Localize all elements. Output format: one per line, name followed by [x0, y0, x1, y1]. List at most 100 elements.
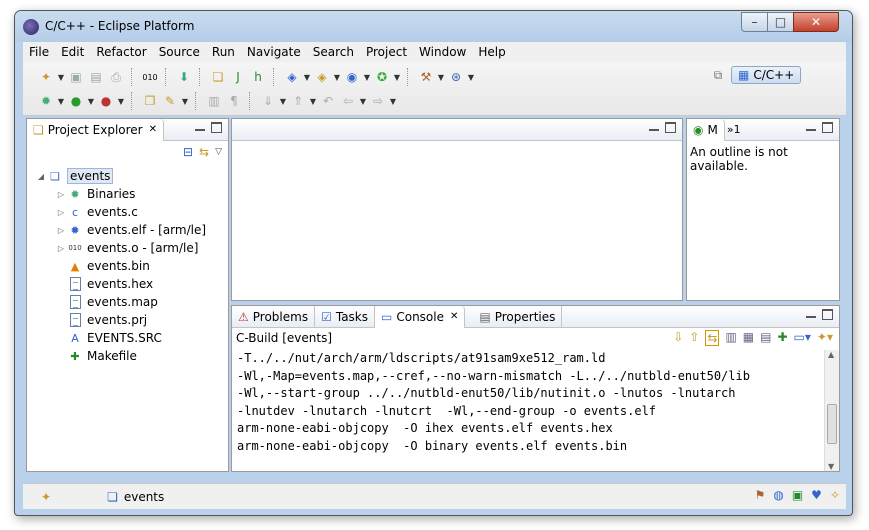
c-project-dropdown-icon[interactable]: ▼ — [303, 68, 311, 86]
tree-item[interactable]: ▷ 010 events.o - [arm/le] — [27, 239, 228, 257]
new-dropdown-icon[interactable]: ▼ — [57, 68, 65, 86]
save-all-icon[interactable]: ▤ — [87, 68, 105, 86]
minimize-button[interactable]: – — [741, 12, 768, 32]
back-dropdown-icon[interactable]: ▼ — [359, 92, 367, 110]
new-icon[interactable]: ✦ — [37, 68, 55, 86]
display-console-icon[interactable]: ▭▾ — [794, 330, 811, 346]
next-annotation-icon[interactable]: ⇓ — [259, 92, 277, 110]
tab-console[interactable]: ▭ Console ✕ — [375, 305, 466, 328]
forward-dropdown-icon[interactable]: ▼ — [389, 92, 397, 110]
menu-file[interactable]: File — [23, 45, 55, 59]
open-console-icon[interactable]: ✦▾ — [817, 330, 833, 346]
tree-item[interactable]: ◢ ❏ events — [27, 167, 228, 185]
open-perspective-icon[interactable]: ⧉ — [709, 66, 727, 84]
maximize-console-icon[interactable] — [822, 309, 833, 320]
hammer-icon[interactable]: ⚒ — [417, 68, 435, 86]
clear-console-icon[interactable]: ▤ — [760, 330, 771, 346]
menu-edit[interactable]: Edit — [55, 45, 90, 59]
twisty-icon[interactable]: ▷ — [55, 244, 67, 253]
show-whitespace-icon[interactable]: ¶ — [225, 92, 243, 110]
minimize-editor-icon[interactable] — [649, 124, 659, 131]
menu-help[interactable]: Help — [472, 45, 511, 59]
external-tools-icon[interactable]: ● — [97, 92, 115, 110]
view-overflow[interactable]: »1 — [727, 123, 741, 136]
picture-icon[interactable]: ▣ — [792, 488, 803, 502]
menu-refactor[interactable]: Refactor — [90, 45, 152, 59]
back-icon[interactable]: ⇦ — [339, 92, 357, 110]
tree-item[interactable]: A EVENTS.SRC — [27, 329, 228, 347]
tab-project-explorer[interactable]: ❏ Project Explorer ✕ — [27, 118, 164, 141]
save-icon[interactable]: ▣ — [67, 68, 85, 86]
binary-icon[interactable]: 010 — [141, 68, 159, 86]
close-button[interactable]: ✕ — [793, 12, 839, 32]
open-folder-icon[interactable]: ❐ — [141, 92, 159, 110]
copy-icon[interactable]: ▥ — [725, 330, 736, 346]
run-icon[interactable]: ● — [67, 92, 85, 110]
class-dropdown-icon[interactable]: ▼ — [363, 68, 371, 86]
new-folder-icon[interactable]: ❏ — [209, 68, 227, 86]
new-class-icon[interactable]: ◉ — [343, 68, 361, 86]
maximize-button[interactable]: □ — [767, 12, 794, 32]
pin-icon[interactable]: ✚ — [777, 330, 787, 346]
tree-item[interactable]: ▷ ✹ events.elf - [arm/le] — [27, 221, 228, 239]
twisty-icon[interactable]: ◢ — [35, 172, 47, 181]
menu-project[interactable]: Project — [360, 45, 413, 59]
twisty-icon[interactable]: ▷ — [55, 190, 67, 199]
file-dropdown-icon[interactable]: ▼ — [393, 68, 401, 86]
new-cpp-project-icon[interactable]: ◈ — [313, 68, 331, 86]
hammer-dropdown-icon[interactable]: ▼ — [437, 68, 445, 86]
console-scrollbar[interactable]: ▲ ▼ — [824, 350, 839, 471]
scroll-thumb[interactable] — [827, 404, 837, 444]
close-console-icon[interactable]: ✕ — [450, 311, 458, 322]
tree-item[interactable]: ✚ Makefile — [27, 347, 228, 365]
title-bar[interactable]: C/C++ - Eclipse Platform – □ ✕ — [15, 11, 852, 42]
minimize-console-icon[interactable] — [806, 311, 816, 318]
new-header-icon[interactable]: h — [249, 68, 267, 86]
console-output[interactable]: -T../../nut/arch/arm/ldscripts/at91sam9x… — [232, 350, 839, 455]
scroll-up-icon[interactable]: ⇧ — [689, 330, 699, 346]
last-edit-icon[interactable]: ↶ — [319, 92, 337, 110]
tree-item[interactable]: events.prj — [27, 311, 228, 329]
tree-item[interactable]: ▲ events.bin — [27, 257, 228, 275]
progress-icon[interactable]: ⚑ — [755, 488, 766, 502]
search-globe-icon[interactable]: ⊛ — [447, 68, 465, 86]
new-c-project-icon[interactable]: ◈ — [283, 68, 301, 86]
prev-annotation-icon[interactable]: ⇑ — [289, 92, 307, 110]
next-annotation-dropdown-icon[interactable]: ▼ — [279, 92, 287, 110]
tree-item[interactable]: events.map — [27, 293, 228, 311]
new-source-icon[interactable]: J — [229, 68, 247, 86]
forward-icon[interactable]: ⇨ — [369, 92, 387, 110]
build-icon[interactable]: ⬇ — [175, 68, 193, 86]
menu-search[interactable]: Search — [307, 45, 360, 59]
tab-outline[interactable]: ◉ M — [687, 118, 725, 141]
search-dropdown-icon[interactable]: ▼ — [467, 68, 475, 86]
star-icon[interactable]: ✧ — [830, 488, 840, 502]
debug-dropdown-icon[interactable]: ▼ — [57, 92, 65, 110]
twisty-icon[interactable]: ▷ — [55, 208, 67, 217]
prev-annotation-dropdown-icon[interactable]: ▼ — [309, 92, 317, 110]
pencil-icon[interactable]: ✎ — [161, 92, 179, 110]
external-tools-dropdown-icon[interactable]: ▼ — [117, 92, 125, 110]
link-editor-icon[interactable]: ⇆ — [199, 145, 209, 159]
twisty-icon[interactable]: ▷ — [55, 226, 67, 235]
scroll-down-icon[interactable]: ⇩ — [673, 330, 683, 346]
tree-item[interactable]: ▷ ✹ Binaries — [27, 185, 228, 203]
run-dropdown-icon[interactable]: ▼ — [87, 92, 95, 110]
close-tab-icon[interactable]: ✕ — [149, 124, 157, 135]
lock-console-icon[interactable]: ▦ — [743, 330, 754, 346]
menu-window[interactable]: Window — [413, 45, 472, 59]
new-file-icon[interactable]: ✪ — [373, 68, 391, 86]
debug-icon[interactable]: ✹ — [37, 92, 55, 110]
pencil-dropdown-icon[interactable]: ▼ — [181, 92, 189, 110]
menu-navigate[interactable]: Navigate — [241, 45, 307, 59]
tree-item[interactable]: ▷ c events.c — [27, 203, 228, 221]
maximize-outline-icon[interactable] — [822, 122, 833, 133]
heart-icon[interactable]: ♥ — [811, 488, 822, 502]
minimize-outline-icon[interactable] — [806, 124, 816, 131]
new-icon-status[interactable]: ✦ — [41, 490, 51, 504]
maximize-view-icon[interactable] — [211, 122, 222, 133]
view-menu-icon[interactable]: ▽ — [215, 147, 222, 157]
maximize-editor-icon[interactable] — [665, 122, 676, 133]
perspective-cpp-button[interactable]: ▦ C/C++ — [731, 66, 802, 84]
scroll-lock-icon[interactable]: ⇆ — [705, 330, 720, 346]
